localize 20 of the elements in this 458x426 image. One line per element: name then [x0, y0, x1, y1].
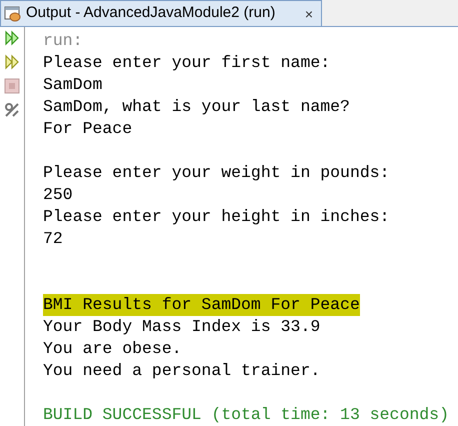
- stop-icon[interactable]: [4, 78, 20, 94]
- console-line: 250: [43, 184, 73, 206]
- console-line: SamDom, what is your last name?: [43, 96, 350, 118]
- console-line: Your Body Mass Index is 33.9: [43, 316, 320, 338]
- console-line: run:: [43, 30, 83, 52]
- tab-title: Output - AdvancedJavaModule2 (run): [26, 3, 276, 24]
- rerun-icon[interactable]: [4, 30, 20, 46]
- console-window-icon: [4, 6, 22, 22]
- rerun-icon[interactable]: [4, 54, 20, 70]
- console-line: You are obese.: [43, 338, 182, 360]
- output-tab[interactable]: Output - AdvancedJavaModule2 (run) ×: [0, 0, 322, 26]
- console-line: Please enter your first name:: [43, 52, 330, 74]
- console-line: BUILD SUCCESSFUL (total time: 13 seconds): [43, 404, 449, 426]
- console-line: You need a personal trainer.: [43, 360, 320, 382]
- close-button[interactable]: ×: [304, 6, 313, 20]
- console-line: SamDom: [43, 74, 102, 96]
- console-line: Please enter your height in inches:: [43, 206, 390, 228]
- console-line: Please enter your weight in pounds:: [43, 162, 390, 184]
- console-line: For Peace: [43, 118, 132, 140]
- console-line: 72: [43, 228, 63, 250]
